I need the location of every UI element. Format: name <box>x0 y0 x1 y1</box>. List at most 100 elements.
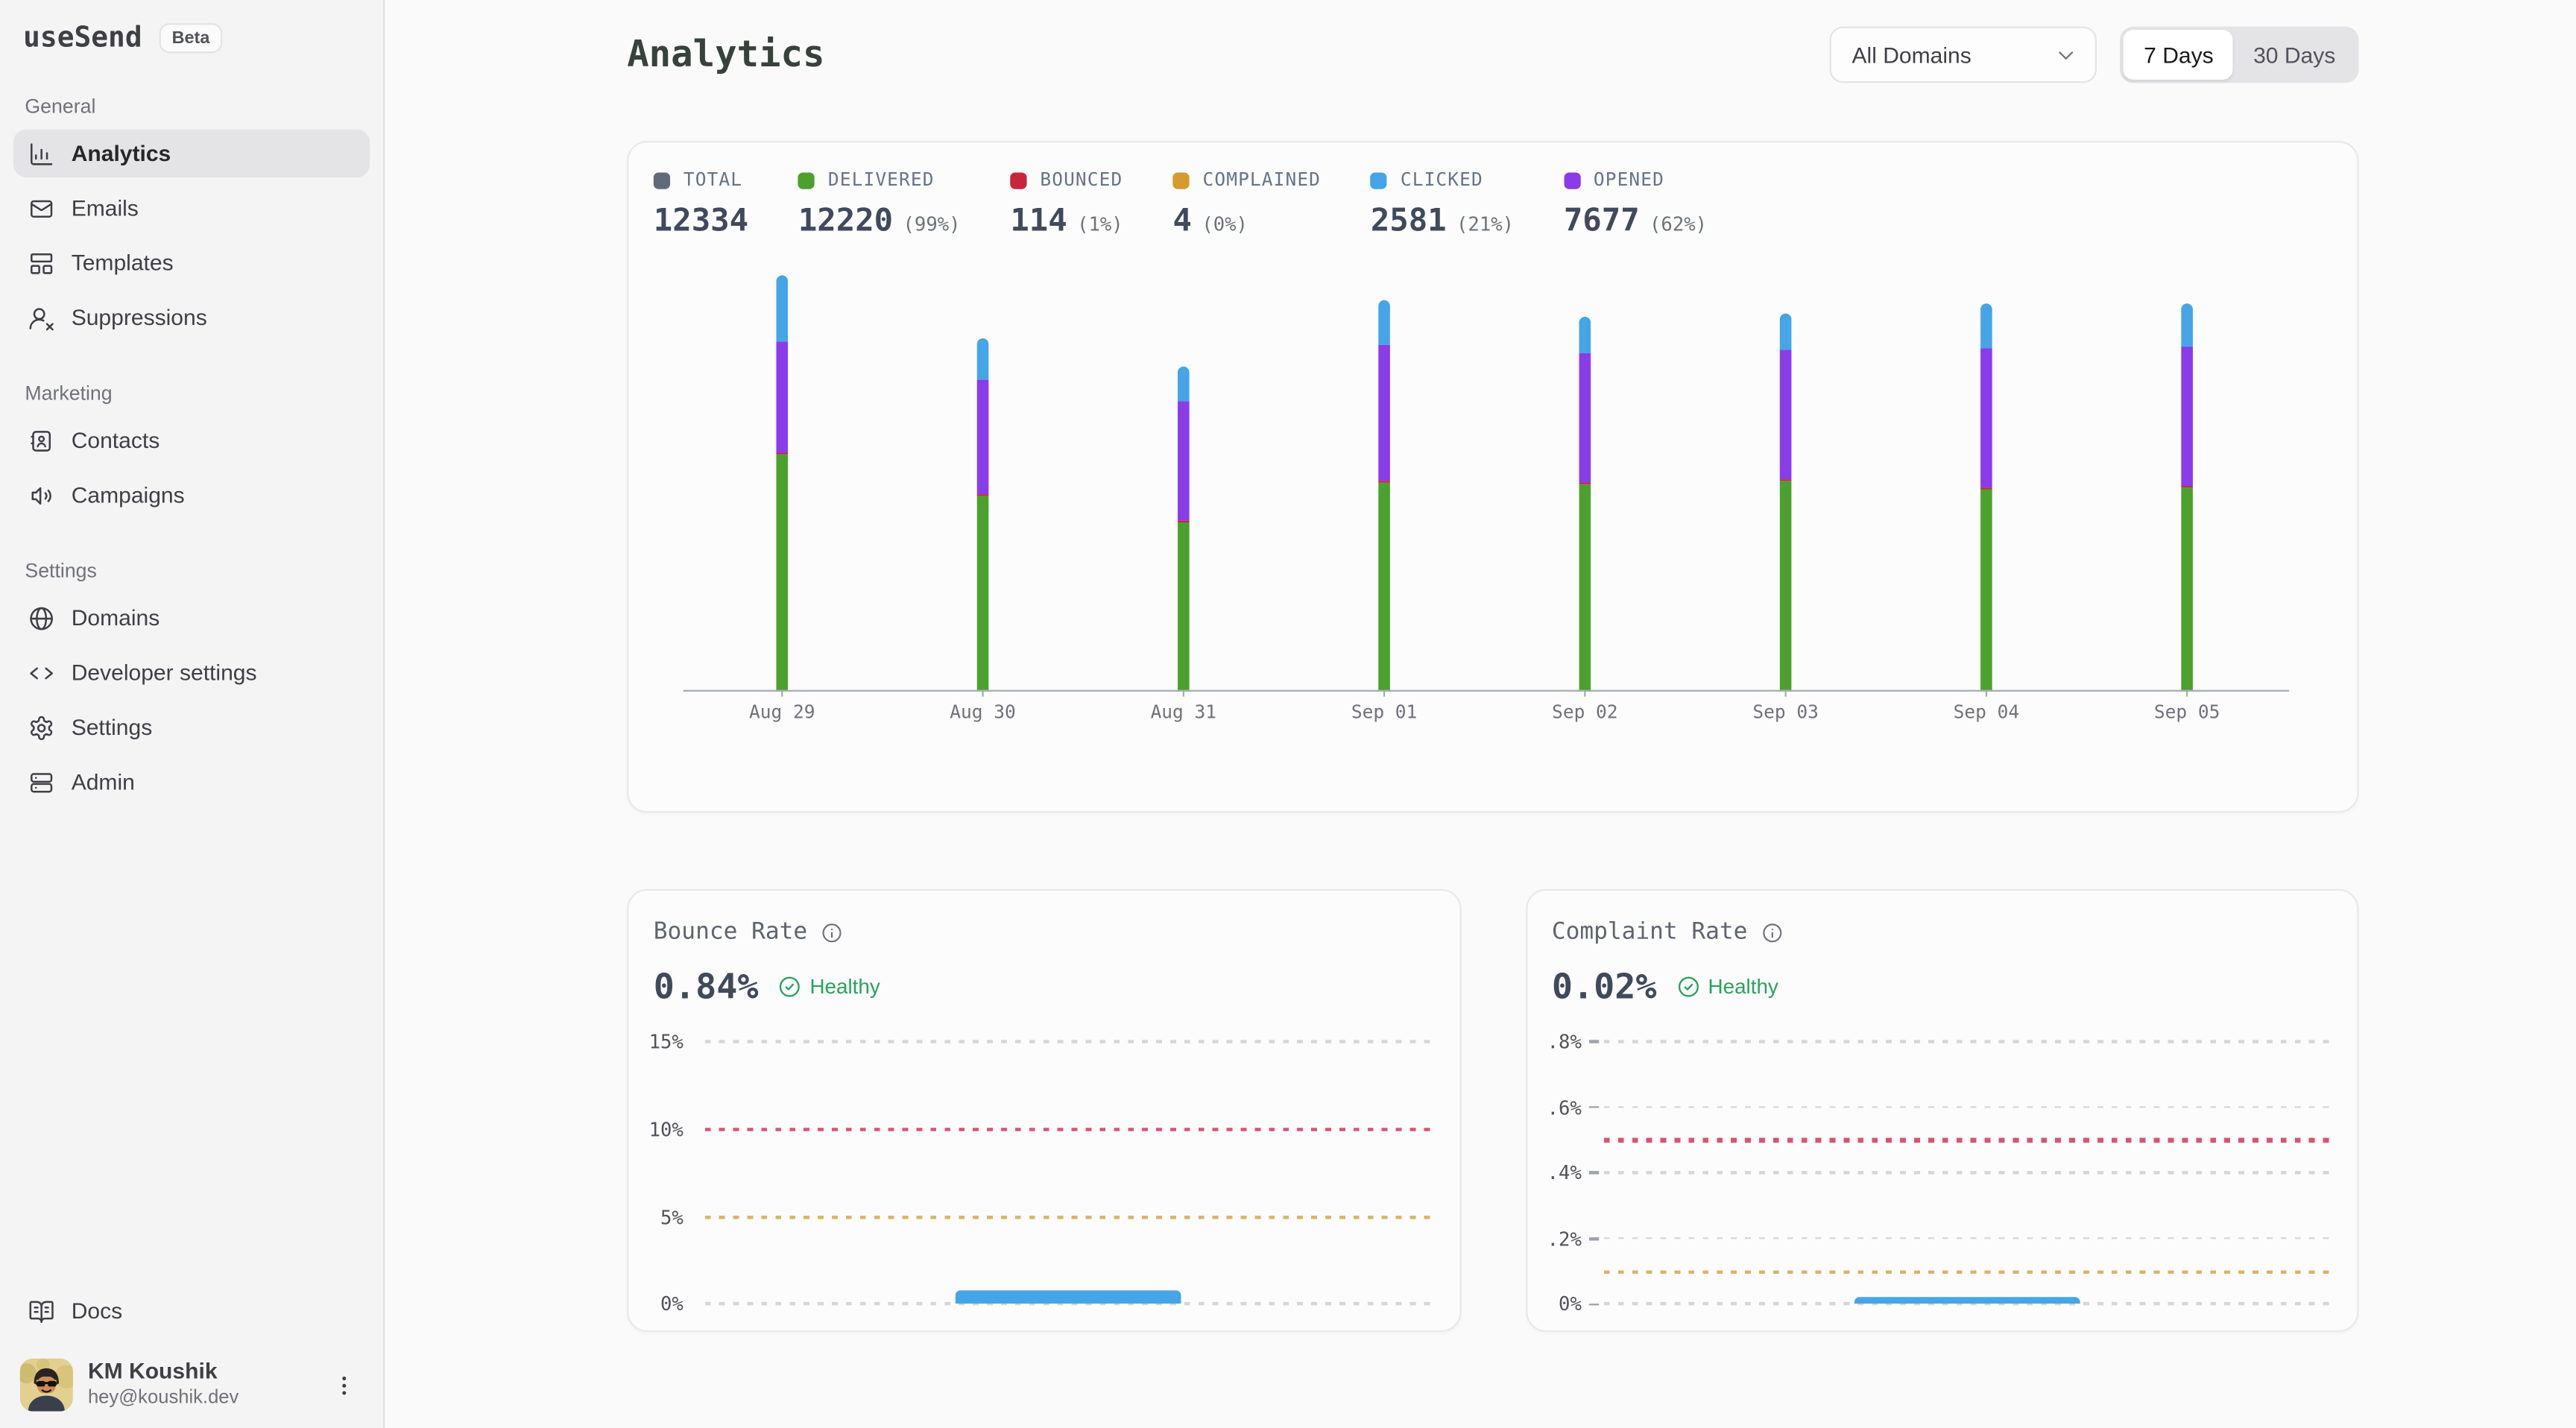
x-axis-label: Aug 29 <box>749 701 815 723</box>
nav-section: MarketingContactsCampaigns <box>0 382 383 519</box>
stat-label-text: BOUNCED <box>1040 169 1123 191</box>
x-axis-label: Aug 30 <box>950 701 1015 723</box>
stat-label: OPENED <box>1564 169 1707 191</box>
x-axis-label: Sep 02 <box>1552 701 1617 723</box>
y-axis-label: .8% <box>1527 1033 1581 1052</box>
sidebar-item-label: Analytics <box>72 141 171 165</box>
sidebar-item-templates[interactable]: Templates <box>13 238 370 287</box>
stat-total: TOTAL12334 <box>654 169 748 238</box>
x-axis-tick <box>1584 690 1586 697</box>
user-info: KM Koushik hey@koushik.dev <box>88 1359 239 1411</box>
header-controls: All Domains 7 Days 30 Days <box>1831 27 2359 83</box>
bar-segment-clicked <box>977 338 989 379</box>
kebab-menu-icon[interactable] <box>332 1372 356 1397</box>
rate-bar <box>956 1289 1181 1304</box>
stat-number: 12334 <box>654 202 748 238</box>
stacked-bar <box>776 275 788 689</box>
bar-segment-opened <box>1980 349 1992 487</box>
x-axis-tick <box>781 690 783 697</box>
sidebar-item-contacts[interactable]: Contacts <box>13 417 370 465</box>
stat-label-text: COMPLAINED <box>1203 169 1322 191</box>
avatar <box>20 1359 73 1412</box>
book-open-icon <box>28 1298 55 1324</box>
stat-label-text: OPENED <box>1594 169 1664 191</box>
stat-value: 12334 <box>654 202 748 238</box>
complaint-rate-value: 0.02% <box>1552 967 1657 1006</box>
bar-segment-opened <box>776 341 788 452</box>
stat-label: COMPLAINED <box>1172 169 1321 191</box>
legend-dot <box>1371 171 1387 188</box>
sidebar-item-label: Campaigns <box>72 483 185 508</box>
bounce-rate-value: 0.84% <box>654 967 759 1006</box>
x-axis-label: Sep 05 <box>2154 701 2220 723</box>
sidebar-item-docs[interactable]: Docs <box>13 1287 370 1336</box>
bar-segment-delivered <box>1178 522 1190 690</box>
nav-section-label: Settings <box>13 559 370 582</box>
stat-label: BOUNCED <box>1010 169 1123 191</box>
stat-percent: (62%) <box>1650 212 1707 236</box>
info-icon[interactable] <box>1761 921 1782 943</box>
check-circle-icon <box>1676 976 1699 999</box>
sidebar-item-settings[interactable]: Settings <box>13 704 370 752</box>
docs-label: Docs <box>72 1298 122 1323</box>
bounce-rate-title: Bounce Rate <box>654 919 807 946</box>
y-axis-label: .6% <box>1527 1099 1581 1119</box>
stat-number: 2581 <box>1371 202 1447 238</box>
sidebar-footer: Docs <box>0 1287 383 1428</box>
sidebar-item-suppressions[interactable]: Suppressions <box>13 294 370 342</box>
stat-number: 114 <box>1010 202 1067 238</box>
y-axis-tick <box>1588 1172 1598 1175</box>
legend-dot <box>1010 171 1026 188</box>
bar-segment-clicked <box>2181 304 2193 346</box>
x-axis-label: Aug 31 <box>1151 701 1216 723</box>
stat-complained: COMPLAINED4(0%) <box>1172 169 1321 238</box>
x-axis-tick <box>982 690 984 697</box>
check-circle-icon <box>778 976 801 999</box>
gridline <box>705 1040 1434 1043</box>
bounce-status-badge: Healthy <box>778 976 880 999</box>
bar-segment-delivered <box>1980 489 1992 689</box>
domain-filter-select[interactable]: All Domains <box>1831 27 2097 83</box>
bar-segment-clicked <box>1378 301 1390 344</box>
email-volume-card: TOTAL12334DELIVERED12220(99%)BOUNCED114(… <box>627 141 2358 812</box>
info-icon[interactable] <box>821 921 842 943</box>
beta-badge: Beta <box>159 23 223 54</box>
stat-bounced: BOUNCED 114(1%) <box>1010 169 1123 238</box>
user-menu[interactable]: KM Koushik hey@koushik.dev <box>13 1359 370 1412</box>
gridline <box>1603 1105 2332 1108</box>
rate-cards-row: Bounce Rate 0.84% Healthy 15%10%5%0% <box>627 889 2358 1332</box>
volume-chart: Aug 29Aug 30Aug 31Sep 01Sep 02Sep 03Sep … <box>684 277 2289 692</box>
sidebar-item-domains[interactable]: Domains <box>13 594 370 642</box>
stat-label: CLICKED <box>1371 169 1514 191</box>
bar-segment-delivered <box>1378 483 1390 690</box>
gridline <box>1603 1237 2332 1240</box>
gridline <box>1603 1270 2332 1274</box>
app-root: useSend Beta GeneralAnalyticsEmailsTempl… <box>0 0 2576 1428</box>
range-7days-button[interactable]: 7 Days <box>2124 30 2233 80</box>
complaint-rate-card: Complaint Rate 0.02% Healthy .8%.6%.4%.2… <box>1525 889 2358 1332</box>
y-axis-tick <box>1588 1040 1598 1043</box>
stat-value: 114(1%) <box>1010 202 1123 238</box>
gridline <box>705 1128 1434 1131</box>
sidebar-item-emails[interactable]: Emails <box>13 184 370 233</box>
bounce-rate-chart: 15%10%5%0% <box>628 1031 1459 1321</box>
legend-dot <box>654 171 670 188</box>
x-axis-tick <box>2185 690 2188 697</box>
user-name: KM Koushik <box>88 1359 239 1387</box>
stat-label: DELIVERED <box>798 169 961 191</box>
range-30days-button[interactable]: 30 Days <box>2233 30 2355 80</box>
sidebar-item-analytics[interactable]: Analytics <box>13 130 370 178</box>
complaint-rate-title: Complaint Rate <box>1552 919 1748 946</box>
sidebar-item-label: Suppressions <box>72 305 207 329</box>
server-icon <box>28 768 55 795</box>
y-axis-tick <box>1588 1303 1598 1306</box>
sidebar-item-admin[interactable]: Admin <box>13 758 370 806</box>
bounce-rate-card: Bounce Rate 0.84% Healthy 15%10%5%0% <box>627 889 1460 1332</box>
sidebar-item-label: Emails <box>72 196 139 221</box>
legend-dot <box>1172 171 1189 188</box>
sidebar-item-developer-settings[interactable]: Developer settings <box>13 648 370 697</box>
sidebar-item-campaigns[interactable]: Campaigns <box>13 471 370 519</box>
bar-segment-opened <box>1579 353 1591 482</box>
y-axis-label: 0% <box>1527 1296 1581 1315</box>
code-icon <box>28 660 55 686</box>
